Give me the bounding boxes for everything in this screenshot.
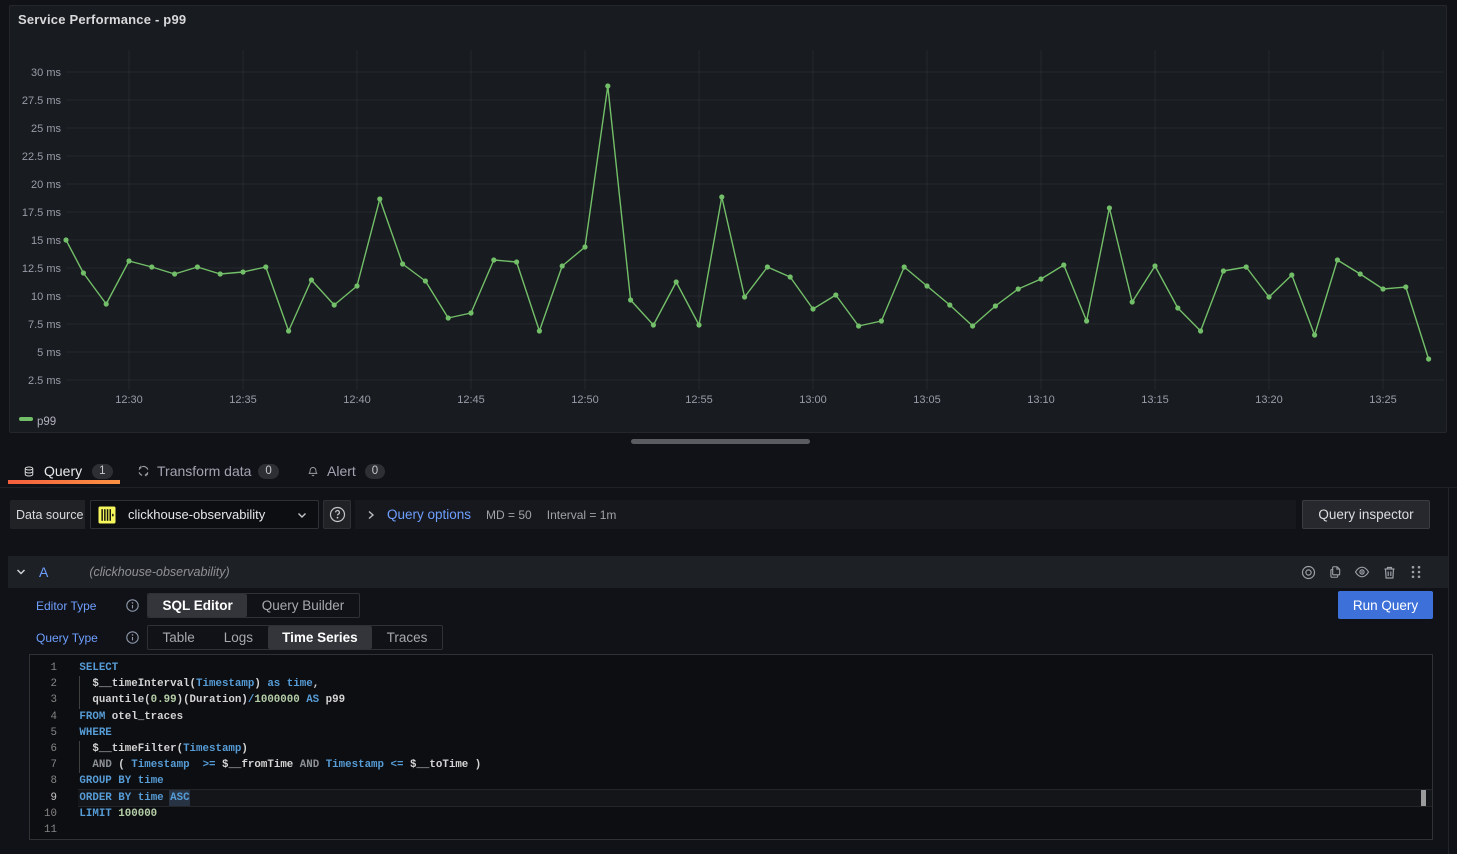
svg-text:15 ms: 15 ms [31,235,61,247]
svg-text:13:10: 13:10 [1027,394,1055,406]
svg-text:12:55: 12:55 [685,394,713,406]
svg-text:2.5 ms: 2.5 ms [28,375,62,387]
svg-text:13:25: 13:25 [1369,394,1397,406]
svg-text:17.5 ms: 17.5 ms [22,207,62,219]
svg-text:12:40: 12:40 [343,394,371,406]
svg-text:12:45: 12:45 [457,394,485,406]
svg-text:13:05: 13:05 [913,394,941,406]
svg-text:27.5 ms: 27.5 ms [22,95,62,107]
svg-text:25 ms: 25 ms [31,123,61,135]
svg-text:12:35: 12:35 [229,394,257,406]
svg-text:12:50: 12:50 [571,394,599,406]
svg-text:30 ms: 30 ms [31,67,61,79]
svg-text:7.5 ms: 7.5 ms [28,319,62,331]
svg-text:13:15: 13:15 [1141,394,1169,406]
svg-text:13:00: 13:00 [799,394,827,406]
svg-text:10 ms: 10 ms [31,291,61,303]
svg-text:22.5 ms: 22.5 ms [22,151,62,163]
svg-text:13:20: 13:20 [1255,394,1283,406]
svg-text:12.5 ms: 12.5 ms [22,263,62,275]
svg-text:5 ms: 5 ms [37,347,61,359]
svg-text:p99: p99 [37,416,56,428]
svg-text:20 ms: 20 ms [31,179,61,191]
svg-text:12:30: 12:30 [115,394,143,406]
